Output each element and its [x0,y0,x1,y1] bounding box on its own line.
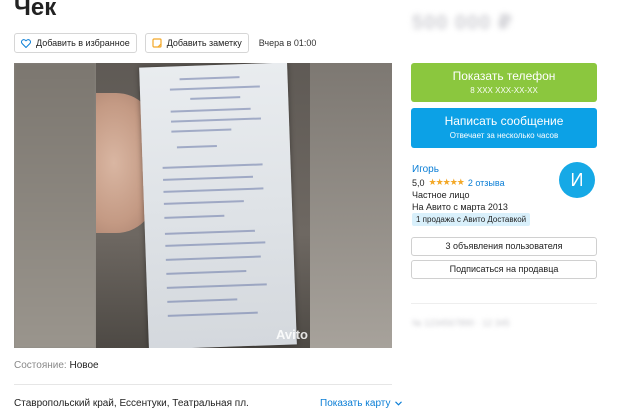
photo-receipt [139,63,297,348]
note-icon [152,38,162,48]
write-message-button[interactable]: Написать сообщение Отвечает за несколько… [411,108,597,148]
show-phone-button[interactable]: Показать телефон 8 XXX XXX-XX-XX [411,63,597,102]
show-map-link[interactable]: Показать карту [320,398,403,409]
rating-value: 5,0 [412,177,425,188]
seller-rating: 5,0 ★★★★★ 2 отзыва [412,177,505,188]
listing-id: № 1234567890 · 12 345 [412,318,510,328]
chevron-down-icon [395,401,403,406]
phone-masked: 8 XXX XXX-XX-XX [470,86,538,95]
listing-photo[interactable]: Avito [14,63,392,348]
sidebar-divider [411,303,597,304]
avatar[interactable]: И [559,162,595,198]
write-message-label: Написать сообщение [444,114,564,128]
seller-type: Частное лицо [412,190,470,200]
photo-blur-left [14,63,96,348]
photo-watermark: Avito [275,327,308,342]
heart-icon [21,38,31,48]
response-time: Отвечает за несколько часов [449,131,559,140]
reviews-link[interactable]: 2 отзыва [468,178,505,188]
condition-value: Новое [69,360,99,371]
condition-label: Состояние: [14,360,67,371]
add-note-label: Добавить заметку [166,38,242,48]
seller-since: На Авито с марта 2013 [412,202,508,212]
price: 500 000 ₽ [412,12,513,34]
show-map-label: Показать карту [320,398,391,409]
delivery-badge: 1 продажа с Авито Доставкой [412,213,531,226]
add-note-button[interactable]: Добавить заметку [144,33,249,53]
subscribe-seller-button[interactable]: Подписаться на продавца [411,260,597,279]
details-divider [14,384,392,385]
address: Ставропольский край, Ессентуки, Театраль… [14,398,249,409]
seller-name-link[interactable]: Игорь [412,164,439,175]
rating-stars-icon: ★★★★★ [428,177,465,187]
listing-actions: Добавить в избранное Добавить заметку Вч… [14,33,316,53]
add-to-favorites-button[interactable]: Добавить в избранное [14,33,137,53]
condition: Состояние: Новое [14,360,99,371]
page-title: Чек [14,0,57,21]
add-to-favorites-label: Добавить в избранное [36,38,130,48]
user-ads-button[interactable]: 3 объявления пользователя [411,237,597,256]
show-phone-label: Показать телефон [452,69,556,83]
publish-date: Вчера в 01:00 [258,38,317,48]
photo-blur-right [310,63,392,348]
